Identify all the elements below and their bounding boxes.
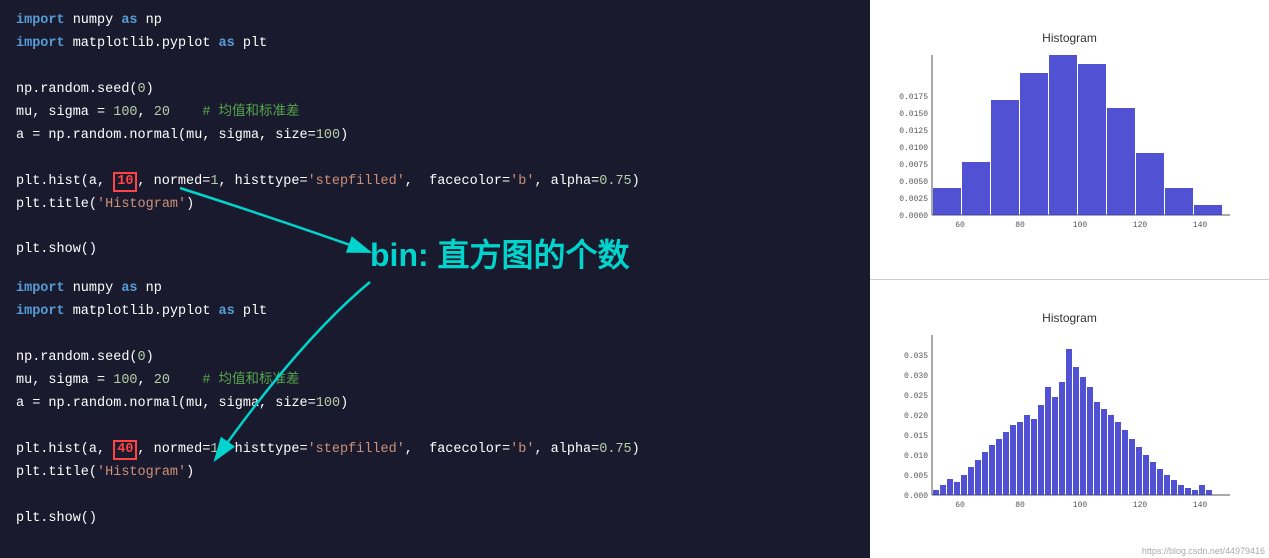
svg-text:0.005: 0.005 — [903, 472, 927, 481]
code-line: plt.title('Histogram') — [16, 462, 854, 485]
code-line: plt.title('Histogram') — [16, 194, 854, 217]
svg-text:100: 100 — [1072, 501, 1087, 510]
svg-text:0.015: 0.015 — [903, 432, 927, 441]
code-block-2: import numpy as np import matplotlib.pyp… — [16, 278, 854, 530]
code-line: mu, sigma = 100, 20 # 均值和标准差 — [16, 102, 854, 125]
svg-text:0.0050: 0.0050 — [899, 178, 928, 187]
svg-text:120: 120 — [1132, 221, 1147, 230]
chart-1-svg: 0.0000 0.0025 0.0050 0.0075 0.0100 0.012… — [890, 47, 1250, 247]
svg-text:0.000: 0.000 — [903, 492, 927, 501]
svg-text:0.0000: 0.0000 — [899, 212, 928, 221]
svg-text:0.020: 0.020 — [903, 412, 927, 421]
chart-1-container: Histogram 0.0000 0.0025 0.0050 0.0075 0.… — [870, 0, 1269, 279]
svg-text:120: 120 — [1132, 501, 1147, 510]
svg-text:80: 80 — [1015, 501, 1025, 510]
code-line — [16, 56, 854, 79]
chart-1-title: Histogram — [1042, 31, 1097, 45]
code-line: import numpy as np — [16, 10, 854, 33]
chart-2-svg: 0.000 0.005 0.010 0.015 0.020 0.025 0.03… — [890, 327, 1250, 527]
svg-text:140: 140 — [1192, 501, 1207, 510]
svg-text:80: 80 — [1015, 221, 1025, 230]
svg-text:0.010: 0.010 — [903, 452, 927, 461]
svg-text:0.030: 0.030 — [903, 372, 927, 381]
code-line — [16, 324, 854, 347]
svg-text:0.025: 0.025 — [903, 392, 927, 401]
chart-2-area: 0.000 0.005 0.010 0.015 0.020 0.025 0.03… — [890, 327, 1250, 527]
code-line: a = np.random.normal(mu, sigma, size=100… — [16, 125, 854, 148]
code-line — [16, 148, 854, 171]
bin-annotation: bin: 直方图的个数 — [370, 230, 630, 276]
code-line: import matplotlib.pyplot as plt — [16, 33, 854, 56]
code-line: plt.hist(a, 40, normed=1, histtype='step… — [16, 439, 854, 462]
right-panel: Histogram 0.0000 0.0025 0.0050 0.0075 0.… — [870, 0, 1269, 558]
svg-text:0.0075: 0.0075 — [899, 161, 928, 170]
svg-text:0.0025: 0.0025 — [899, 195, 928, 204]
code-line — [16, 416, 854, 439]
code-block-1: import numpy as np import matplotlib.pyp… — [16, 10, 854, 262]
code-line: a = np.random.normal(mu, sigma, size=100… — [16, 393, 854, 416]
code-line: import numpy as np — [16, 278, 854, 301]
code-line — [16, 485, 854, 508]
code-line: import matplotlib.pyplot as plt — [16, 301, 854, 324]
code-line: plt.hist(a, 10, normed=1, histtype='step… — [16, 171, 854, 194]
svg-text:140: 140 — [1192, 221, 1207, 230]
left-panel: import numpy as np import matplotlib.pyp… — [0, 0, 870, 558]
chart-1-area: 0.0000 0.0025 0.0050 0.0075 0.0100 0.012… — [890, 47, 1250, 247]
code-line: np.random.seed(0) — [16, 79, 854, 102]
svg-text:60: 60 — [955, 221, 965, 230]
svg-text:0.0100: 0.0100 — [899, 144, 928, 153]
svg-text:60: 60 — [955, 501, 965, 510]
svg-text:0.0125: 0.0125 — [899, 127, 928, 136]
svg-text:0.0175: 0.0175 — [899, 93, 928, 102]
chart-2-title: Histogram — [1042, 311, 1097, 325]
svg-text:0.035: 0.035 — [903, 352, 927, 361]
code-line: np.random.seed(0) — [16, 347, 854, 370]
chart-2-container: Histogram 0.000 0.005 0.010 0.015 0.020 … — [870, 280, 1269, 558]
watermark: https://blog.csdn.net/44979416 — [1142, 546, 1265, 556]
code-line: plt.show() — [16, 508, 854, 531]
svg-text:0.0150: 0.0150 — [899, 110, 928, 119]
svg-text:100: 100 — [1072, 221, 1087, 230]
code-line: mu, sigma = 100, 20 # 均值和标准差 — [16, 370, 854, 393]
